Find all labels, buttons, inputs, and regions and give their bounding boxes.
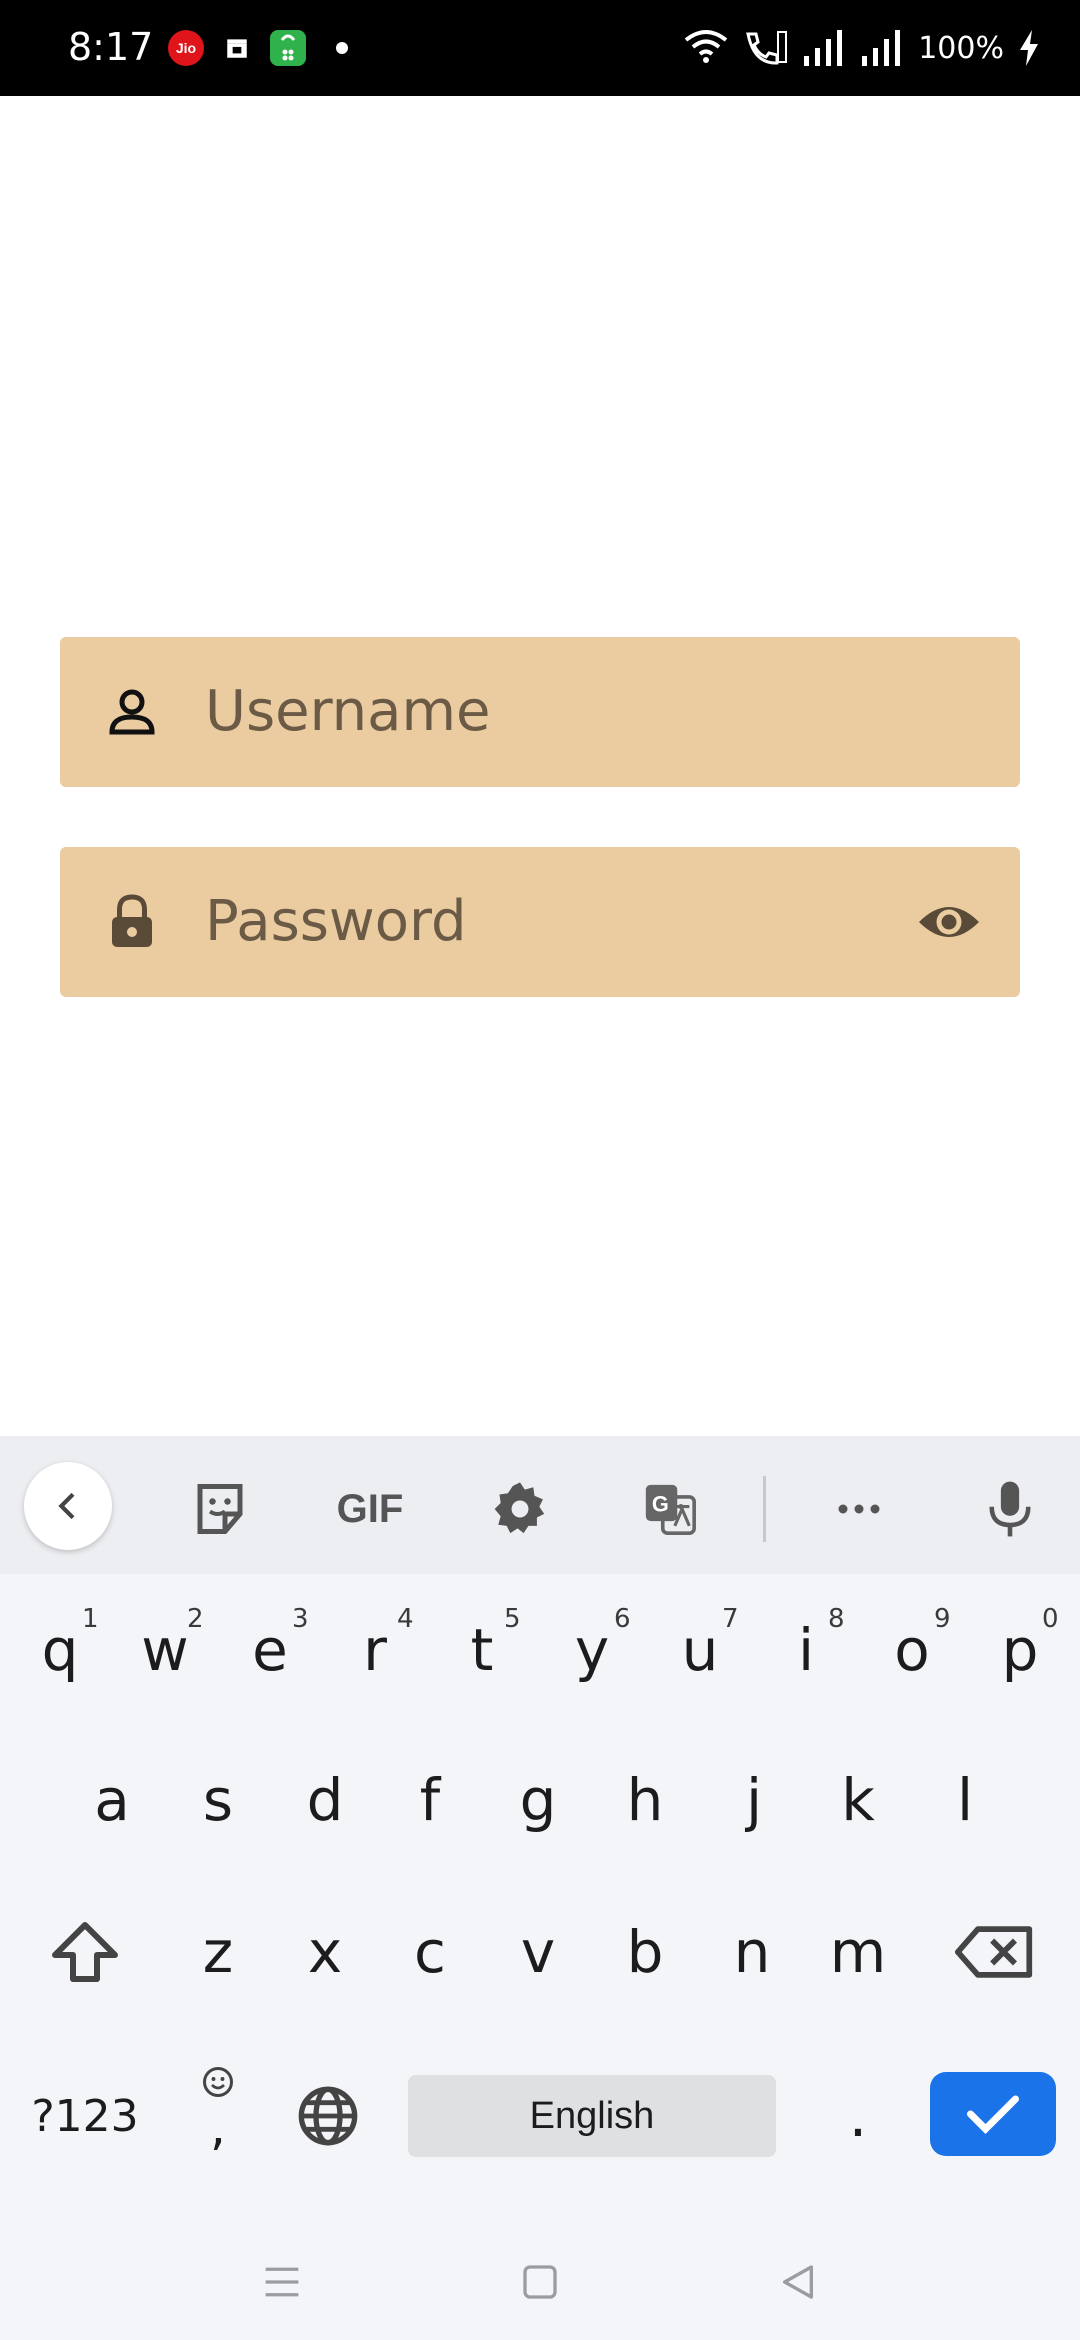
username-placeholder: Username [205,679,491,744]
key-r[interactable]: r4 [325,1600,425,1700]
emoji-icon [203,2067,233,2097]
key-b[interactable]: b [595,1902,695,2002]
key-u[interactable]: u7 [650,1600,750,1700]
key-o[interactable]: o9 [862,1600,962,1700]
signal-icon [804,30,843,66]
key-q[interactable]: q1 [10,1600,110,1700]
mic-icon[interactable] [965,1464,1055,1554]
settings-icon[interactable] [475,1464,565,1554]
symbols-key[interactable]: ?123 [20,2066,150,2166]
system-icons: 100% [684,24,1040,72]
keyboard-toolbar: GIF G [0,1436,1080,1574]
period-key[interactable]: . [808,2066,908,2166]
charging-icon [1020,30,1038,66]
key-p[interactable]: p0 [970,1600,1070,1700]
key-j[interactable]: j [704,1750,804,1850]
key-a[interactable]: a [62,1750,162,1850]
wifi-icon [684,30,728,63]
key-i[interactable]: i8 [756,1600,856,1700]
sticker-icon[interactable] [175,1464,265,1554]
recents-icon[interactable] [252,2252,312,2312]
backspace-icon [955,1926,1033,1978]
key-l[interactable]: l [915,1750,1015,1850]
key-f[interactable]: f [380,1750,480,1850]
emoji-comma-key[interactable]: , [168,2058,268,2168]
enter-key[interactable] [930,2072,1056,2156]
navigation-bar [0,2216,1080,2340]
key-m[interactable]: m [808,1902,908,2002]
shift-icon [52,1922,118,1982]
clapper-icon [227,39,247,58]
lock-icon [112,894,152,947]
space-key[interactable]: English [408,2075,776,2157]
key-t[interactable]: t5 [432,1600,532,1700]
key-s[interactable]: s [168,1750,268,1850]
wifi-calling-icon [746,31,788,65]
eye-icon[interactable] [914,892,984,952]
key-z[interactable]: z [168,1902,268,2002]
notification-icons: Jio [168,28,348,68]
person-icon [109,689,155,735]
keyboard: GIF G q 1 w 2 e 3 r 4 t 5 y 6 u 7 i 8 o … [0,1436,1080,2340]
key-d[interactable]: d [275,1750,375,1850]
signal-icon [862,30,901,66]
username-field[interactable]: Username [60,637,1020,787]
status-bar: 8:17 Jio 100% [0,0,1080,96]
toolbar-divider [763,1476,766,1542]
key-x[interactable]: x [275,1902,375,2002]
key-v[interactable]: v [488,1902,588,2002]
key-g[interactable]: g [488,1750,588,1850]
gif-icon[interactable]: GIF [325,1464,415,1554]
password-placeholder: Password [205,889,467,954]
key-c[interactable]: c [380,1902,480,2002]
jio-icon: Jio [168,30,204,66]
key-k[interactable]: k [808,1750,908,1850]
status-time: 8:17 [68,25,154,69]
key-n[interactable]: n [702,1902,802,2002]
back-icon[interactable] [24,1462,112,1550]
shift-key[interactable] [30,1902,140,2002]
key-e[interactable]: e3 [220,1600,320,1700]
key-w[interactable]: w2 [115,1600,215,1700]
back-nav-icon[interactable] [768,2252,828,2312]
backspace-key[interactable] [940,1902,1050,2002]
dot-icon [336,42,348,54]
battery-percentage: 100% [918,30,1004,66]
more-icon[interactable] [814,1464,904,1554]
language-key[interactable] [278,2066,378,2166]
key-y[interactable]: y6 [542,1600,642,1700]
globe-icon [298,2086,358,2146]
shopping-bag-icon [270,30,306,66]
home-icon[interactable] [510,2252,570,2312]
translate-icon[interactable]: G [625,1464,715,1554]
key-h[interactable]: h [595,1750,695,1850]
svg-text:G: G [652,1491,669,1516]
password-field[interactable]: Password [60,847,1020,997]
check-icon [967,2095,1019,2134]
